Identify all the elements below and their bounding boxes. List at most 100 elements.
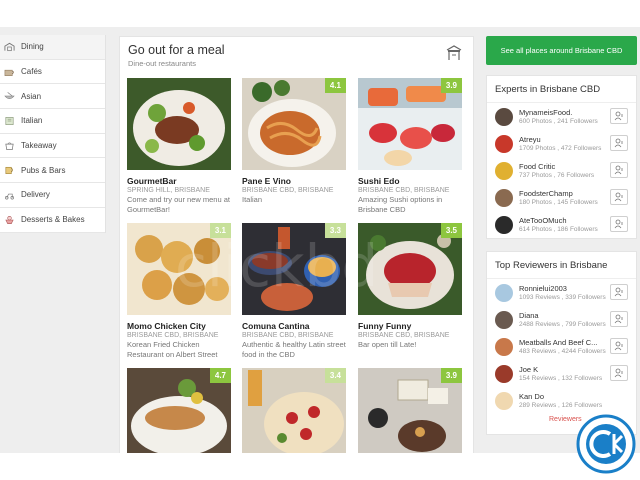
reviewer-row[interactable]: Ronnielui2003 1093 Reviews , 339 Follower… [487,279,636,306]
restaurant-card[interactable]: 4.7 [127,368,231,453]
reviewer-row[interactable]: Kan Do 289 Reviews , 126 Followers [487,387,636,414]
sidebar-item-label: Pubs & Bars [21,165,66,175]
add-user-icon [614,192,623,202]
follow-button[interactable] [610,162,628,178]
restaurant-card[interactable]: 3.4 [242,368,346,453]
follow-button[interactable] [610,189,628,205]
see-all-places-button[interactable]: See all places around Brisbane CBD [486,36,637,65]
avatar[interactable] [495,283,513,302]
reviewer-name[interactable]: Joe K [519,365,602,374]
sidebar-item-pubs[interactable]: Pubs & Bars [0,158,105,184]
add-user-icon [614,314,623,324]
sidebar-item-takeaway[interactable]: Takeaway [0,134,105,159]
follow-button[interactable] [610,365,628,381]
restaurant-name[interactable]: Comuna Cantina [242,321,346,331]
sidebar-item-desserts[interactable]: Desserts & Bakes [0,208,105,233]
add-user-icon [614,287,623,297]
rating-badge: 3.9 [440,78,462,93]
restaurant-card[interactable]: GourmetBar SPRING HILL, BRISBANE Come an… [127,78,231,214]
expert-row[interactable]: MynameisFood. 600 Photos , 241 Followers [487,103,636,130]
restaurant-photo[interactable]: 3.9 [358,78,462,170]
sidebar-item-label: Cafés [21,67,42,77]
restaurant-photo[interactable]: 3.9 [358,368,462,453]
sidebar-item-dining[interactable]: Dining [0,35,105,60]
expert-name[interactable]: AteTooOMuch [519,216,598,225]
expert-name[interactable]: Food Critic [519,162,594,171]
sidebar-item-delivery[interactable]: Delivery [0,183,105,208]
restaurant-photo[interactable]: 3.4 [242,368,346,453]
reviewer-row[interactable]: Diana 2488 Reviews , 799 Followers [487,306,636,333]
reviewer-row[interactable]: Meatballs And Beef C... 483 Reviews , 424… [487,333,636,360]
reviewer-stats: 289 Reviews , 126 Followers [519,402,603,409]
follow-button[interactable] [610,284,628,300]
restaurant-photo[interactable]: 3.1 [127,223,231,315]
avatar[interactable] [495,107,513,126]
expert-row[interactable]: Food Critic 737 Photos , 76 Followers [487,157,636,184]
sidebar-item-asian[interactable]: Asian [0,84,105,110]
restaurant-name[interactable]: Pane E Vino [242,176,346,186]
reviewer-name[interactable]: Ronnielui2003 [519,284,606,293]
experts-title: Experts in Brisbane CBD [487,76,636,103]
reviewer-row[interactable]: Joe K 154 Reviews , 132 Followers [487,360,636,387]
avatar[interactable] [495,215,513,234]
sidebar-item-cafes[interactable]: Cafés [0,60,105,85]
reviewer-stats: 154 Reviews , 132 Followers [519,375,603,382]
reviewers-panel: Top Reviewers in Brisbane Ronnielui2003 1… [486,251,637,435]
restaurant-card[interactable]: 3.3 Comuna Cantina BRISBANE CBD, BRISBAN… [242,223,346,359]
restaurant-name[interactable]: Sushi Edo [358,176,462,186]
restaurant-card[interactable]: 3.5 Funny Funny BRISBANE CBD, BRISBANE B… [358,223,462,350]
avatar[interactable] [495,337,513,356]
add-user-icon [614,165,623,175]
restaurant-icon[interactable] [445,45,463,61]
restaurant-photo[interactable]: 4.1 [242,78,346,170]
reviewer-stats: 2488 Reviews , 799 Followers [519,321,606,328]
follow-button[interactable] [610,216,628,232]
rating-badge: 3.3 [324,223,346,238]
avatar[interactable] [495,188,513,207]
reviewer-name[interactable]: Diana [519,311,606,320]
follow-button[interactable] [610,311,628,327]
reviewer-name[interactable]: Meatballs And Beef C... [519,338,606,347]
sidebar-item-label: Delivery [21,190,50,200]
avatar[interactable] [495,310,513,329]
rating-badge: 4.1 [324,78,346,93]
expert-name[interactable]: MynameisFood. [519,108,598,117]
expert-name[interactable]: Atreyu [519,135,601,144]
restaurant-card[interactable]: 3.9 Sushi Edo BRISBANE CBD, BRISBANE Ama… [358,78,462,214]
add-user-icon [614,138,623,148]
avatar[interactable] [495,391,513,410]
restaurant-name[interactable]: GourmetBar [127,176,231,186]
avatar[interactable] [495,161,513,180]
restaurant-photo[interactable]: 3.3 [242,223,346,315]
avatar[interactable] [495,364,513,383]
restaurant-card[interactable]: 4.1 Pane E Vino BRISBANE CBD, BRISBANE I… [242,78,346,205]
restaurant-name[interactable]: Momo Chicken City [127,321,231,331]
restaurant-description: Bar open till Late! [358,340,417,349]
restaurant-photo[interactable] [127,78,231,170]
restaurant-photo[interactable]: 4.7 [127,368,231,453]
expert-row[interactable]: AteTooOMuch 614 Photos , 186 Followers [487,211,636,238]
follow-button[interactable] [610,338,628,354]
rating-badge: 4.7 [209,368,231,383]
follow-button[interactable] [610,108,628,124]
rating-badge: 3.9 [440,368,462,383]
restaurant-area: BRISBANE CBD, BRISBANE [242,187,334,194]
avatar[interactable] [495,134,513,153]
sidebar-item-italian[interactable]: Italian [0,109,105,134]
restaurant-description: Authentic & healthy Latin street food in… [242,340,346,359]
takeaway-icon [5,142,14,150]
add-user-icon [614,341,623,351]
reviewer-name[interactable]: Kan Do [519,392,602,401]
restaurant-card[interactable]: 3.9 [358,368,462,453]
restaurant-card[interactable]: 3.1 Momo Chicken City BRISBANE CBD, BRIS… [127,223,231,359]
experts-panel: Experts in Brisbane CBD MynameisFood. 600… [486,75,637,239]
follow-button[interactable] [610,135,628,151]
sidebar-item-label: Dining [21,42,44,52]
add-user-icon [614,368,623,378]
restaurant-name[interactable]: Funny Funny [358,321,462,331]
restaurant-photo[interactable]: 3.5 [358,223,462,315]
expert-name[interactable]: FoodsterChamp [519,189,598,198]
reviewers-title: Top Reviewers in Brisbane [487,252,636,279]
expert-row[interactable]: FoodsterChamp 180 Photos , 145 Followers [487,184,636,211]
expert-row[interactable]: Atreyu 1709 Photos , 472 Followers [487,130,636,157]
